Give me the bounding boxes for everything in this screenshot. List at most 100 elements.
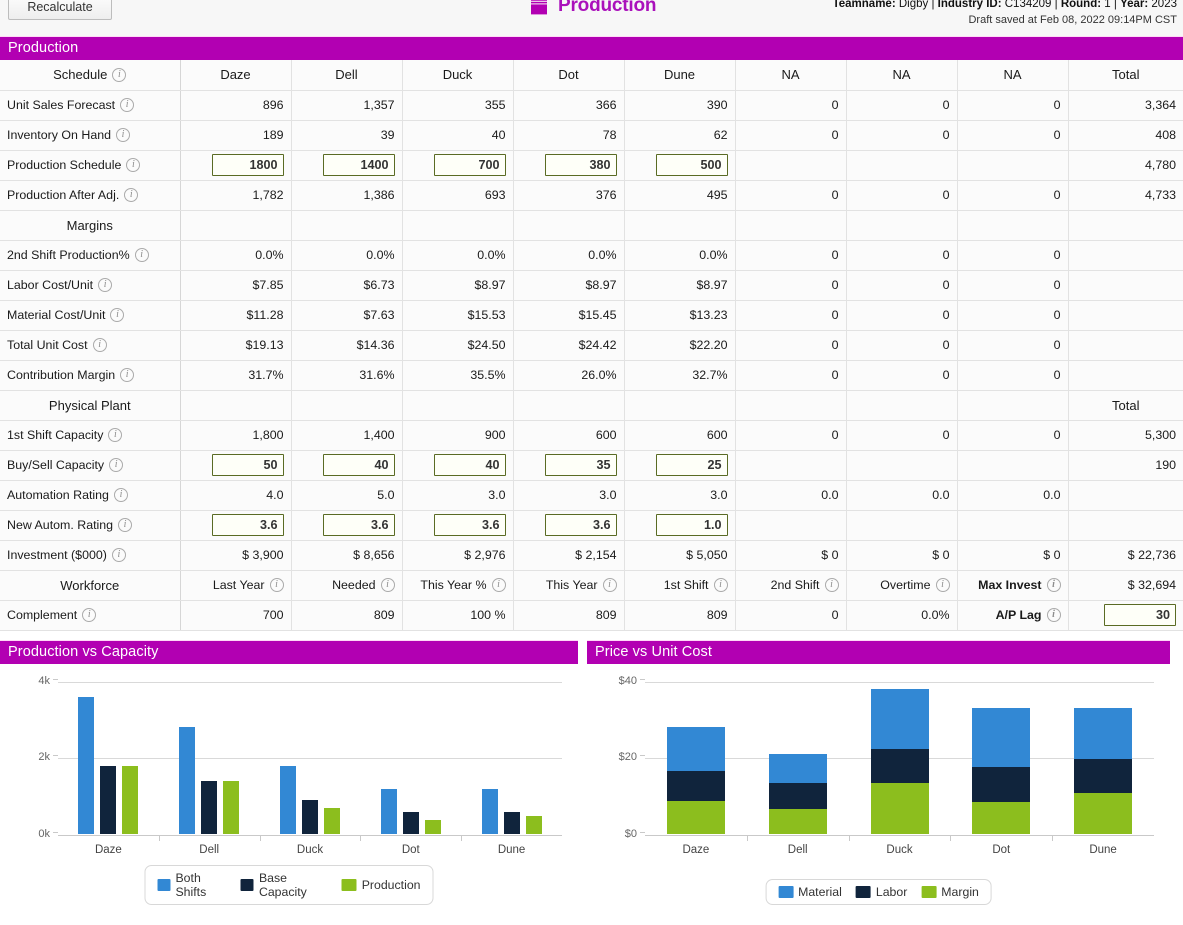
value-cell: 32.7% bbox=[624, 360, 736, 391]
teamname-label: Teamname: bbox=[832, 0, 896, 10]
input-cell[interactable] bbox=[513, 150, 625, 181]
numeric-input[interactable] bbox=[544, 454, 617, 476]
value-cell: 0 bbox=[957, 90, 1069, 121]
x-axis-category-label: Dell bbox=[199, 843, 220, 856]
input-cell[interactable] bbox=[624, 150, 736, 181]
info-icon[interactable]: i bbox=[126, 158, 141, 172]
input-cell[interactable] bbox=[291, 450, 403, 481]
ap-lag-input-cell[interactable] bbox=[1068, 600, 1183, 631]
value-cell: 0 bbox=[957, 120, 1069, 151]
numeric-input[interactable] bbox=[544, 514, 617, 536]
input-cell[interactable] bbox=[513, 510, 625, 541]
input-cell[interactable] bbox=[180, 450, 292, 481]
numeric-input[interactable] bbox=[322, 454, 395, 476]
input-cell[interactable] bbox=[291, 150, 403, 181]
info-icon[interactable]: i bbox=[602, 578, 617, 592]
info-icon[interactable]: i bbox=[113, 488, 128, 502]
numeric-input[interactable] bbox=[322, 514, 395, 536]
input-cell[interactable] bbox=[291, 510, 403, 541]
info-icon[interactable]: i bbox=[380, 578, 395, 592]
value-cell: 0 bbox=[735, 330, 847, 361]
numeric-input[interactable] bbox=[655, 154, 728, 176]
info-icon[interactable]: i bbox=[109, 458, 124, 472]
legend-item[interactable]: Material bbox=[778, 885, 842, 899]
ap-lag-label: A/P Lag i bbox=[957, 600, 1069, 631]
section-header-row-margins: Margins bbox=[0, 210, 1183, 241]
y-axis-tick-label: $20 bbox=[618, 751, 637, 763]
numeric-input[interactable] bbox=[211, 154, 284, 176]
input-cell[interactable] bbox=[402, 510, 514, 541]
info-icon[interactable]: i bbox=[98, 278, 113, 292]
numeric-input[interactable] bbox=[655, 454, 728, 476]
info-icon[interactable]: i bbox=[1046, 578, 1061, 592]
section-label: Workforce bbox=[0, 570, 181, 601]
workforce-column-header-text: 2nd Shift bbox=[770, 578, 820, 592]
info-icon[interactable]: i bbox=[92, 338, 107, 352]
ap-lag-input[interactable] bbox=[1104, 604, 1176, 626]
legend-item[interactable]: Margin bbox=[921, 885, 979, 899]
value-cell: 700 bbox=[180, 600, 292, 631]
numeric-input[interactable] bbox=[211, 514, 284, 536]
row-label-text: 2nd Shift Production% bbox=[7, 248, 130, 262]
numeric-input[interactable] bbox=[544, 154, 617, 176]
info-icon[interactable]: i bbox=[824, 578, 839, 592]
value-cell: 809 bbox=[291, 600, 403, 631]
info-icon[interactable]: i bbox=[120, 98, 135, 112]
workforce-column-header-last-year: Last Year i bbox=[180, 570, 292, 601]
value-cell: 600 bbox=[513, 420, 625, 451]
teamname-value: Digby bbox=[898, 0, 929, 10]
legend-item[interactable]: Labor bbox=[855, 885, 907, 899]
section-label-text: Margins bbox=[66, 217, 113, 233]
max-invest-value: $ 32,694 bbox=[1068, 570, 1183, 601]
input-cell[interactable] bbox=[402, 450, 514, 481]
info-icon[interactable]: i bbox=[118, 518, 133, 532]
empty-cell bbox=[735, 390, 847, 421]
input-cell[interactable] bbox=[624, 450, 736, 481]
numeric-input[interactable] bbox=[433, 154, 506, 176]
legend-item[interactable]: Production bbox=[341, 878, 421, 892]
info-icon[interactable]: i bbox=[269, 578, 284, 592]
numeric-input[interactable] bbox=[433, 514, 506, 536]
chart-legend: Material Labor Margin bbox=[765, 878, 992, 905]
info-icon[interactable]: i bbox=[935, 578, 950, 592]
info-icon[interactable]: i bbox=[1046, 608, 1061, 622]
row-label: Automation Rating i bbox=[0, 480, 181, 511]
info-icon[interactable]: i bbox=[124, 188, 139, 202]
total-cell bbox=[1068, 330, 1183, 361]
input-cell[interactable] bbox=[402, 150, 514, 181]
input-cell[interactable] bbox=[180, 150, 292, 181]
numeric-input[interactable] bbox=[433, 454, 506, 476]
value-cell: 0 bbox=[846, 240, 958, 271]
value-cell bbox=[846, 510, 958, 541]
info-icon[interactable]: i bbox=[491, 578, 506, 592]
legend-item[interactable]: Both Shifts bbox=[157, 871, 227, 899]
legend-item[interactable]: Base Capacity bbox=[240, 871, 328, 899]
chart-title-price-vs-unit-cost: Price vs Unit Cost bbox=[587, 639, 1170, 664]
value-cell: 0 bbox=[846, 180, 958, 211]
input-cell[interactable] bbox=[513, 450, 625, 481]
input-cell[interactable] bbox=[180, 510, 292, 541]
info-icon[interactable]: i bbox=[116, 128, 131, 142]
bar-both-shifts bbox=[481, 788, 498, 835]
input-cell[interactable] bbox=[624, 510, 736, 541]
info-icon[interactable]: i bbox=[110, 308, 125, 322]
value-cell: 0 bbox=[735, 270, 847, 301]
bar-segment-labor bbox=[1074, 758, 1133, 794]
x-axis-tick bbox=[158, 834, 160, 841]
info-icon[interactable]: i bbox=[108, 428, 123, 442]
value-cell: 600 bbox=[624, 420, 736, 451]
bar-both-shifts bbox=[78, 696, 95, 835]
numeric-input[interactable] bbox=[655, 514, 728, 536]
recalculate-button[interactable]: Recalculate bbox=[8, 0, 112, 20]
info-icon[interactable]: i bbox=[112, 67, 127, 82]
info-icon[interactable]: i bbox=[134, 248, 149, 262]
numeric-input[interactable] bbox=[322, 154, 395, 176]
info-icon[interactable]: i bbox=[111, 548, 126, 562]
info-icon[interactable]: i bbox=[713, 578, 728, 592]
gridline bbox=[58, 834, 562, 836]
value-cell: $7.63 bbox=[291, 300, 403, 331]
numeric-input[interactable] bbox=[211, 454, 284, 476]
team-info: Teamname: Digby | Industry ID: C134209 |… bbox=[833, 0, 1177, 29]
info-icon[interactable]: i bbox=[120, 368, 135, 382]
info-icon[interactable]: i bbox=[82, 608, 97, 622]
